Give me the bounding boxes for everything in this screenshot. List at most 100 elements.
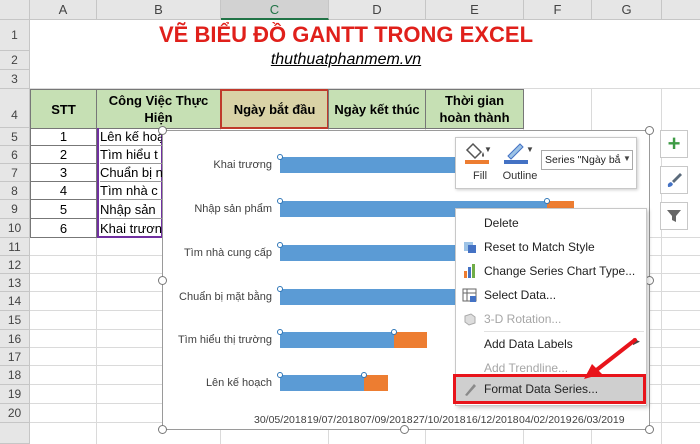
chevron-down-icon[interactable]: ▼ bbox=[621, 154, 631, 163]
gantt-bar-duration[interactable] bbox=[364, 375, 388, 391]
outline-label: Outline bbox=[502, 170, 538, 182]
menu-item-reset-style[interactable]: Reset to Match Style bbox=[456, 235, 646, 259]
row-header-5[interactable]: 5 bbox=[0, 128, 30, 146]
empty-row[interactable] bbox=[30, 70, 662, 88]
category-label: Tìm nhà cung cấp bbox=[183, 247, 272, 259]
gantt-bar-start[interactable] bbox=[280, 332, 394, 348]
menu-item-label: Add Data Labels bbox=[484, 337, 573, 351]
row-header-14[interactable]: 14 bbox=[0, 292, 30, 311]
gantt-bar-duration[interactable] bbox=[394, 332, 427, 348]
series-selection-point[interactable] bbox=[277, 198, 283, 204]
menu-item-label: Add Trendline... bbox=[484, 361, 569, 375]
gantt-bar-start[interactable] bbox=[280, 289, 463, 305]
row-header-21[interactable] bbox=[0, 423, 30, 444]
menu-item-change-chart-type[interactable]: Change Series Chart Type... bbox=[456, 259, 646, 283]
menu-item-delete[interactable]: Delete bbox=[456, 211, 646, 235]
gantt-bar-start[interactable] bbox=[280, 375, 364, 391]
gantt-bar-start[interactable] bbox=[280, 245, 478, 261]
series-select[interactable]: Series "Ngày bắ bbox=[541, 150, 633, 170]
menu-item-label: 3-D Rotation... bbox=[484, 312, 562, 326]
fill-dropdown-icon[interactable]: ▼ bbox=[484, 145, 492, 154]
filter-icon bbox=[667, 210, 681, 222]
menu-item-label: Format Data Series... bbox=[484, 382, 599, 396]
annotation-arrow-icon bbox=[584, 338, 637, 379]
header-start-date[interactable]: Ngày bắt đầu bbox=[220, 89, 329, 129]
row-header-11[interactable]: 11 bbox=[0, 238, 30, 256]
row-header-1[interactable]: 1 bbox=[0, 20, 30, 51]
chart-elements-button[interactable]: + bbox=[660, 130, 688, 158]
column-header-d[interactable]: D bbox=[329, 0, 426, 20]
header-duration[interactable]: Thời gian hoàn thành bbox=[425, 89, 524, 129]
stt-cell[interactable]: 1 bbox=[30, 128, 97, 146]
outline-button[interactable]: ▼ Outline bbox=[500, 140, 540, 184]
resize-handle[interactable] bbox=[645, 425, 654, 434]
stt-cell[interactable]: 4 bbox=[30, 182, 97, 200]
column-header-g[interactable]: G bbox=[592, 0, 662, 20]
stt-cell[interactable]: 2 bbox=[30, 146, 97, 164]
series-selection-point[interactable] bbox=[277, 329, 283, 335]
resize-handle[interactable] bbox=[400, 425, 409, 434]
series-selection-point[interactable] bbox=[277, 286, 283, 292]
task-cell[interactable]: Lên kế hoạ bbox=[100, 128, 162, 146]
chart-styles-button[interactable] bbox=[660, 166, 688, 194]
row-header-2[interactable]: 2 bbox=[0, 51, 30, 70]
row-header-17[interactable]: 17 bbox=[0, 348, 30, 366]
category-label: Khai trương bbox=[213, 159, 272, 171]
column-header-h[interactable] bbox=[662, 0, 700, 20]
series-selection-point[interactable] bbox=[391, 329, 397, 335]
chart-type-icon bbox=[456, 263, 484, 279]
resize-handle[interactable] bbox=[158, 126, 167, 135]
resize-handle[interactable] bbox=[158, 276, 167, 285]
chart-filters-button[interactable] bbox=[660, 202, 688, 230]
row-header-6[interactable]: 6 bbox=[0, 146, 30, 164]
header-end-date[interactable]: Ngày kết thúc bbox=[328, 89, 426, 129]
row-header-16[interactable]: 16 bbox=[0, 330, 30, 348]
row-header-3[interactable]: 3 bbox=[0, 70, 30, 89]
row-header-12[interactable]: 12 bbox=[0, 256, 30, 274]
sheet-subtitle: thuthuatphanmem.vn bbox=[270, 51, 422, 68]
fill-button[interactable]: ▼ Fill bbox=[462, 140, 498, 184]
row-header-13[interactable]: 13 bbox=[0, 274, 30, 292]
series-selection-point[interactable] bbox=[277, 154, 283, 160]
task-cell[interactable]: Tìm nhà c bbox=[100, 182, 162, 200]
column-header-f[interactable]: F bbox=[524, 0, 592, 20]
row-header-7[interactable]: 7 bbox=[0, 164, 30, 182]
row-header-18[interactable]: 18 bbox=[0, 366, 30, 385]
row-header-19[interactable]: 19 bbox=[0, 385, 30, 404]
select-all-corner[interactable] bbox=[0, 0, 30, 20]
outline-dropdown-icon[interactable]: ▼ bbox=[526, 145, 534, 154]
task-cell[interactable]: Khai trươn bbox=[100, 219, 162, 238]
stt-cell[interactable]: 3 bbox=[30, 164, 97, 182]
column-header-a[interactable]: A bbox=[30, 0, 97, 20]
x-tick-label: 07/09/2018 bbox=[360, 414, 413, 426]
series-selection-point[interactable] bbox=[544, 198, 550, 204]
resize-handle[interactable] bbox=[158, 425, 167, 434]
series-selection-point[interactable] bbox=[277, 242, 283, 248]
stt-cell[interactable]: 6 bbox=[30, 219, 97, 238]
row-header-8[interactable]: 8 bbox=[0, 182, 30, 200]
menu-item-3d-rotation[interactable]: 3-D Rotation... bbox=[456, 307, 646, 331]
column-header-e[interactable]: E bbox=[426, 0, 524, 20]
row-header-4[interactable]: 4 bbox=[0, 89, 30, 128]
header-task[interactable]: Công Việc Thực Hiện bbox=[96, 89, 221, 129]
header-stt[interactable]: STT bbox=[30, 89, 97, 129]
menu-item-label: Change Series Chart Type... bbox=[484, 264, 636, 278]
row-header-20[interactable]: 20 bbox=[0, 404, 30, 423]
resize-handle[interactable] bbox=[645, 126, 654, 135]
x-tick-label: 04/02/2019 bbox=[519, 414, 572, 426]
stt-cell[interactable]: 5 bbox=[30, 200, 97, 219]
category-label: Chuẩn bị mặt bằng bbox=[179, 291, 272, 303]
row-header-15[interactable]: 15 bbox=[0, 311, 30, 330]
menu-item-select-data[interactable]: Select Data... bbox=[456, 283, 646, 307]
series-selection-point[interactable] bbox=[277, 372, 283, 378]
x-tick-label: 26/03/2019 bbox=[572, 414, 625, 426]
brush-icon bbox=[667, 173, 682, 187]
column-header-c[interactable]: C bbox=[221, 0, 329, 20]
format-series-icon bbox=[456, 381, 484, 397]
x-tick-label: 27/10/2018 bbox=[413, 414, 466, 426]
row-header-10[interactable]: 10 bbox=[0, 219, 30, 238]
series-selection-point[interactable] bbox=[361, 372, 367, 378]
rotation-icon bbox=[456, 311, 484, 327]
row-header-9[interactable]: 9 bbox=[0, 200, 30, 219]
column-header-b[interactable]: B bbox=[97, 0, 221, 20]
